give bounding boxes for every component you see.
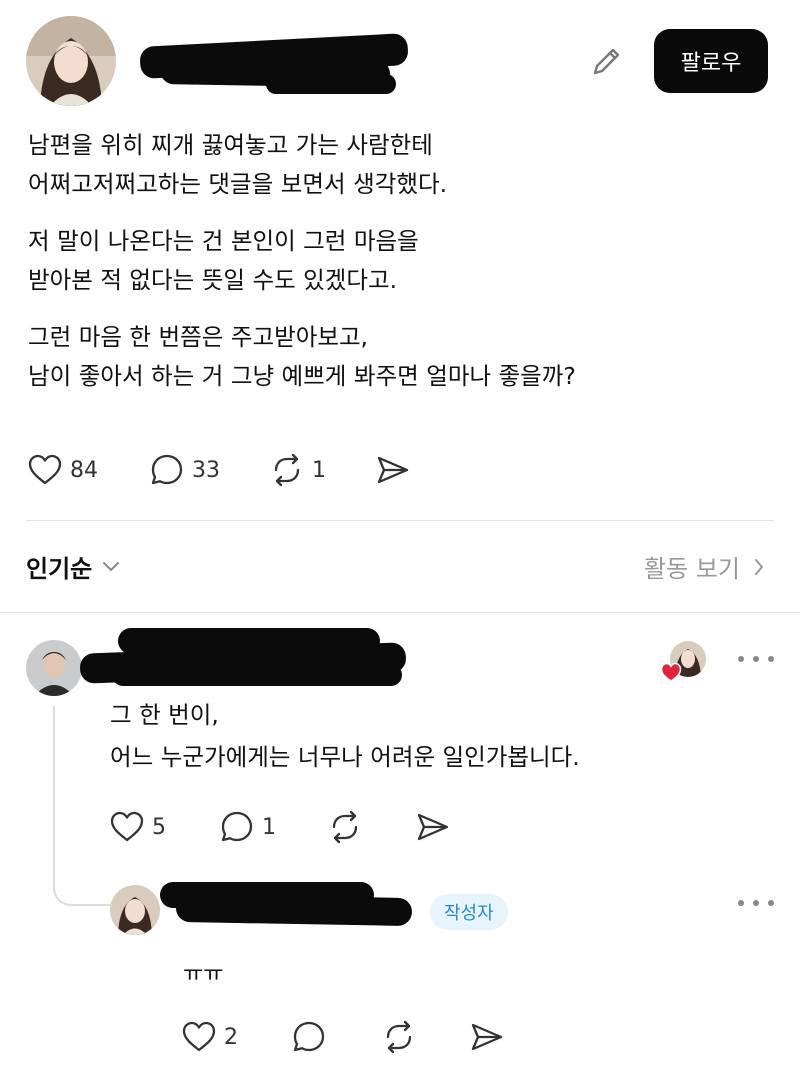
comment-count: 1 [262, 814, 276, 840]
chevron-down-icon [103, 561, 120, 571]
like-count: 84 [70, 457, 98, 483]
comment-line: 어느 누군가에게는 너무나 어려운 일인가봅니다. [110, 743, 580, 771]
author-badge: 작성자 [430, 894, 508, 930]
more-dots-icon[interactable] [734, 652, 778, 666]
comment-line: 그 한 번이, [110, 701, 219, 729]
divider [26, 520, 774, 521]
send-icon [377, 456, 409, 484]
post-line: 남이 좋아서 하는 거 그냥 예쁘게 봐주면 얼마나 좋을까? [28, 362, 576, 390]
reply-thread-line [53, 706, 113, 906]
post-line: 남편을 위히 찌개 끓여놓고 가는 사람한테 [28, 131, 433, 159]
redacted-username [112, 664, 402, 686]
comment-bubble-icon [221, 811, 253, 842]
post-text: 남편을 위히 찌개 끓여놓고 가는 사람한테 어쩌고저쩌고하는 댓글을 보면서 … [28, 126, 768, 414]
reply-author-avatar[interactable] [110, 885, 160, 935]
repost-button[interactable] [326, 808, 364, 846]
repost-icon [332, 810, 358, 844]
share-button[interactable] [468, 1018, 506, 1056]
reply-actions: 2 [180, 1018, 506, 1056]
post-line: 저 말이 나온다는 건 본인이 그런 마음을 [28, 227, 419, 255]
activity-label: 활동 보기 [644, 555, 740, 583]
comment-button[interactable] [290, 1018, 328, 1056]
post-line: 그런 마음 한 번쯤은 주고받아보고, [28, 323, 369, 351]
post-actions: 84 33 1 [26, 451, 412, 489]
redacted-username [266, 74, 396, 94]
comment-count: 33 [192, 457, 220, 483]
repost-icon [274, 453, 300, 487]
heart-icon [110, 811, 144, 842]
comment-actions: 5 1 [108, 808, 452, 846]
post-author-avatar[interactable] [26, 16, 116, 106]
like-button[interactable]: 5 [108, 808, 166, 846]
post-paragraph: 그런 마음 한 번쯤은 주고받아보고, 남이 좋아서 하는 거 그냥 예쁘게 봐… [28, 318, 768, 396]
share-button[interactable] [374, 451, 412, 489]
comment-button[interactable]: 1 [218, 808, 276, 846]
post-line: 어쩌고저쩌고하는 댓글을 보면서 생각했다. [28, 170, 448, 198]
repost-button[interactable]: 1 [268, 451, 326, 489]
reply-text: ㅠㅠ [183, 962, 224, 987]
comment-bubble-icon [293, 1021, 325, 1052]
share-button[interactable] [414, 808, 452, 846]
comment-button[interactable]: 33 [148, 451, 220, 489]
post-paragraph: 저 말이 나온다는 건 본인이 그런 마음을 받아본 적 없다는 뜻일 수도 있… [28, 222, 768, 300]
divider [0, 612, 800, 613]
sort-label: 인기순 [26, 555, 93, 583]
like-count: 2 [224, 1024, 238, 1050]
follow-button[interactable]: 팔로우 [654, 29, 768, 93]
pencil-icon[interactable] [588, 42, 626, 80]
comment-text: 그 한 번이, 어느 누군가에게는 너무나 어려운 일인가봅니다. [110, 694, 580, 778]
sort-dropdown[interactable]: 인기순 [26, 549, 120, 584]
like-count: 5 [152, 814, 166, 840]
send-icon [417, 813, 449, 841]
comment-bubble-icon [151, 454, 183, 485]
liked-heart-icon [660, 662, 682, 682]
post-line: 받아본 적 없다는 뜻일 수도 있겠다고. [28, 266, 398, 294]
repost-button[interactable] [380, 1018, 418, 1056]
repost-count: 1 [312, 457, 326, 483]
repost-icon [386, 1020, 412, 1054]
chevron-right-icon [755, 558, 764, 575]
activity-view-link[interactable]: 활동 보기 [644, 549, 764, 584]
heart-icon [182, 1021, 216, 1052]
more-dots-icon[interactable] [734, 896, 778, 910]
like-button[interactable]: 84 [26, 451, 98, 489]
like-button[interactable]: 2 [180, 1018, 238, 1056]
post-paragraph: 남편을 위히 찌개 끓여놓고 가는 사람한테 어쩌고저쩌고하는 댓글을 보면서 … [28, 126, 768, 204]
heart-icon [28, 454, 62, 485]
send-icon [471, 1023, 503, 1051]
commenter-avatar[interactable] [26, 640, 82, 696]
redacted-username [175, 893, 413, 927]
